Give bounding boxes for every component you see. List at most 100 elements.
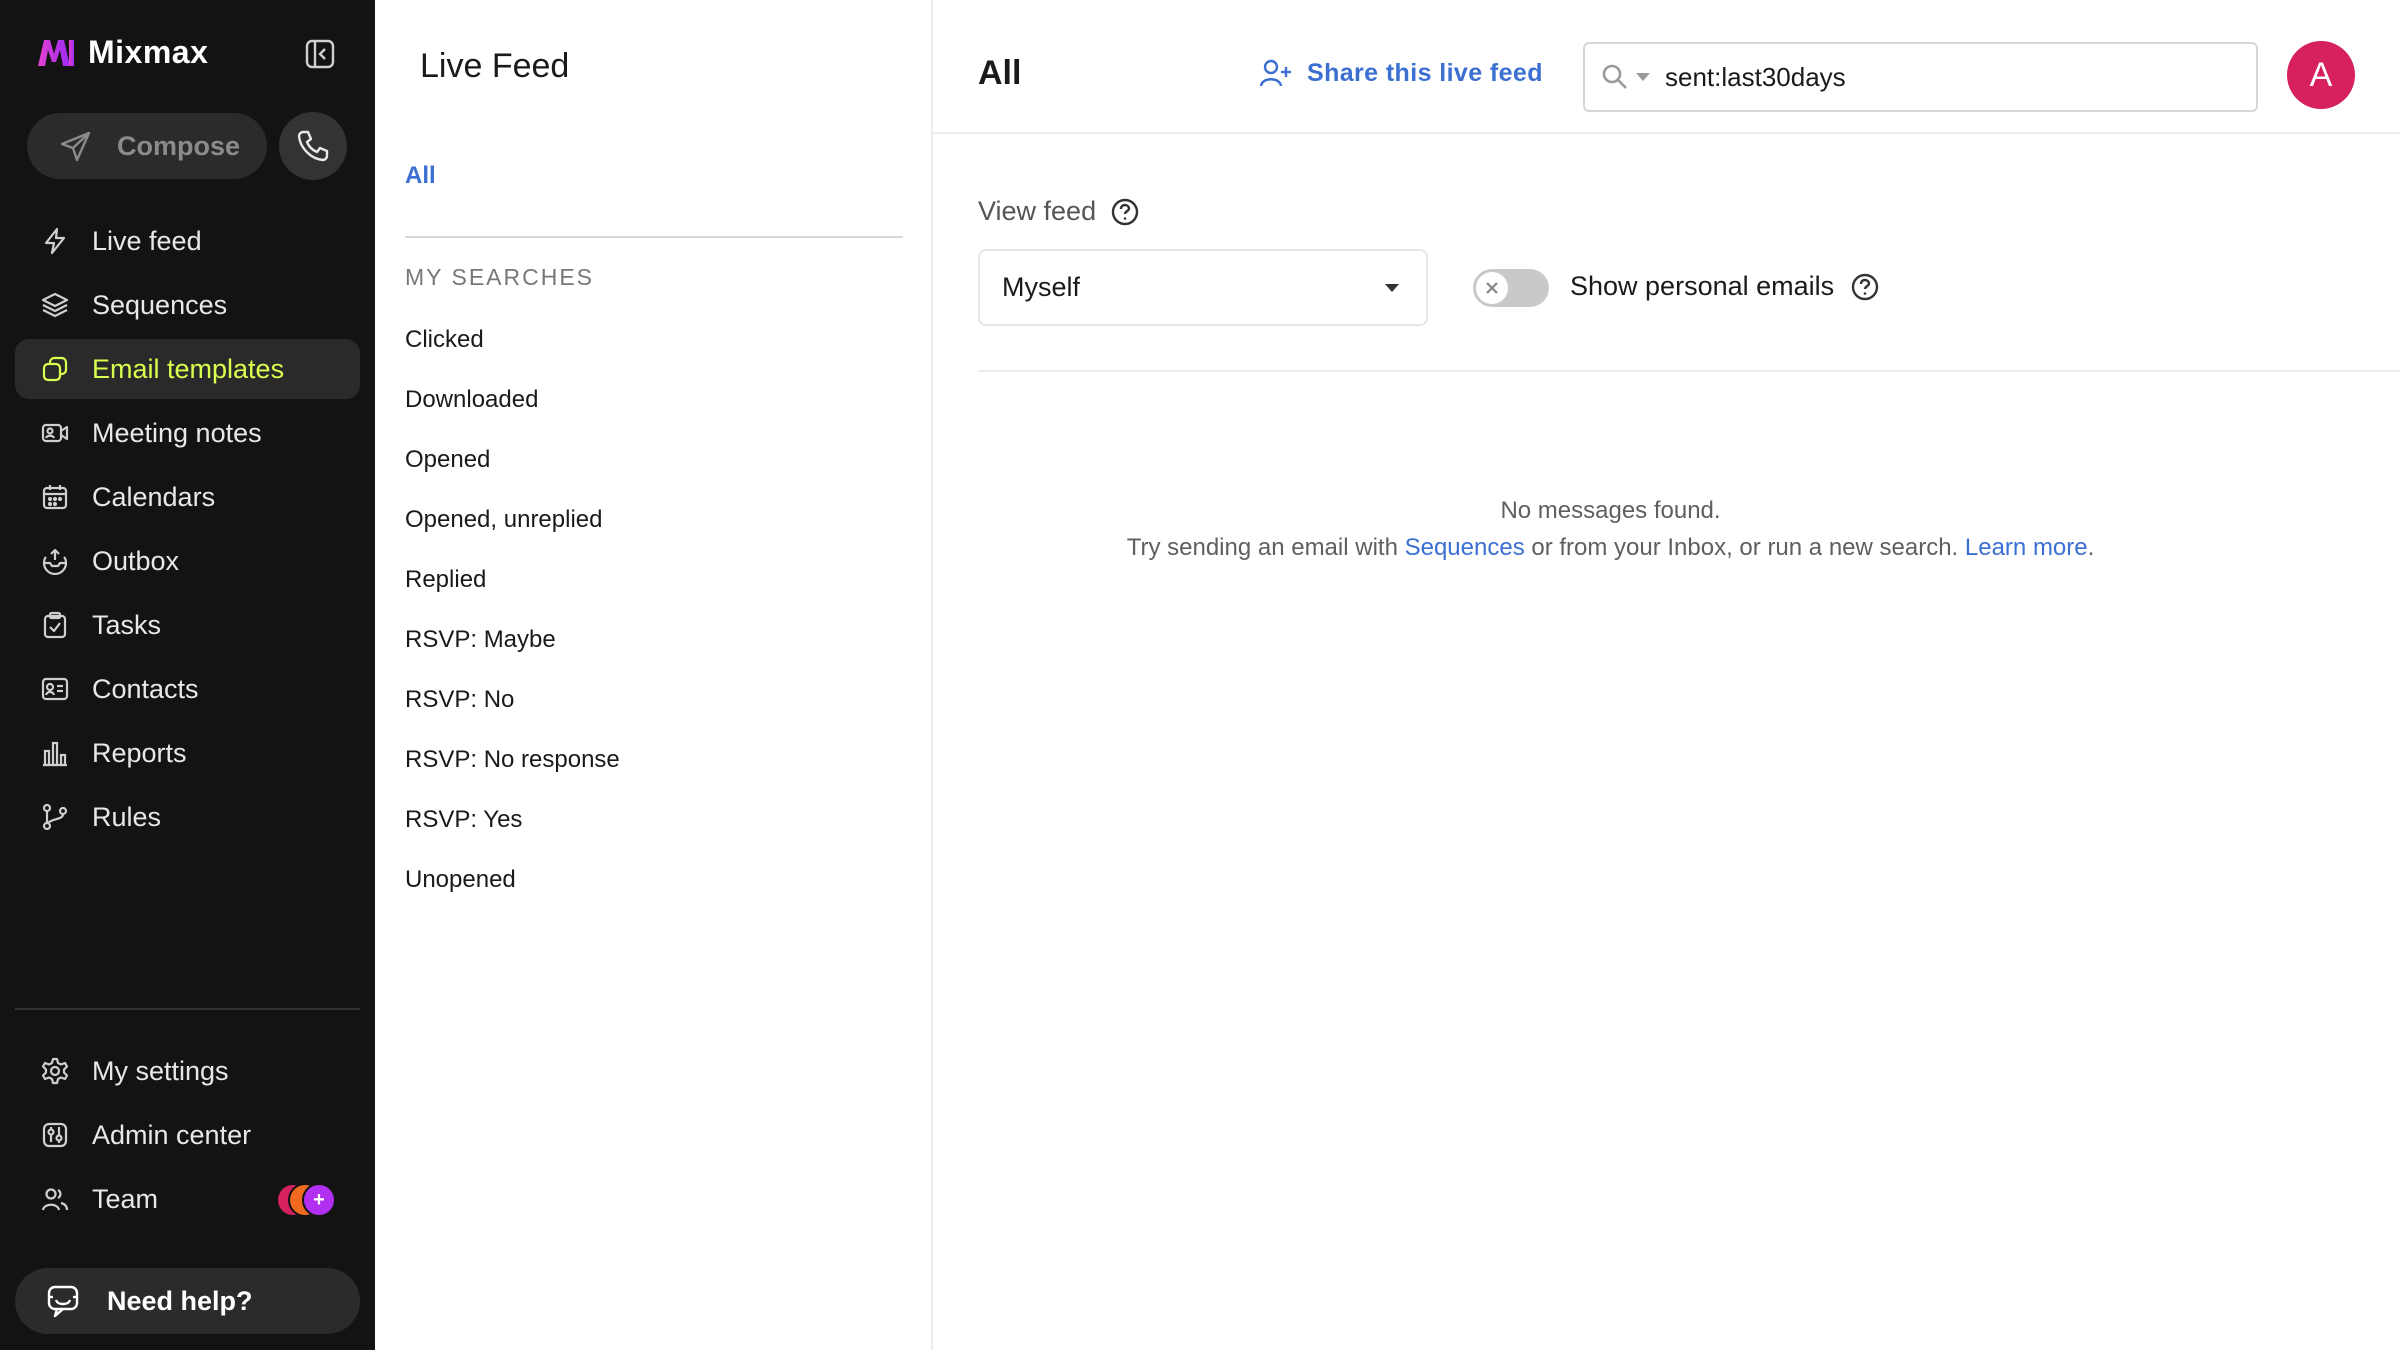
view-feed-label-row: View feed <box>978 196 1140 227</box>
empty-text: . <box>2087 534 2095 561</box>
show-personal-emails-toggle[interactable] <box>1473 269 1549 307</box>
search-icon <box>1602 64 1627 89</box>
outbox-icon <box>40 546 70 576</box>
saved-search-item[interactable]: Clicked <box>405 322 620 382</box>
admin-icon <box>40 1120 70 1150</box>
add-user-icon <box>1259 59 1291 87</box>
nav-item-label: Live feed <box>92 225 202 256</box>
tasks-icon <box>40 610 70 640</box>
compose-button[interactable]: Compose <box>27 113 267 179</box>
nav-item-live-feed[interactable]: Live feed <box>15 211 360 271</box>
show-personal-emails-row: Show personal emails <box>1570 271 1880 302</box>
saved-search-item[interactable]: Opened <box>405 442 620 502</box>
feed-filter-all[interactable]: All <box>405 162 436 190</box>
saved-search-item[interactable]: Unopened <box>405 862 620 922</box>
share-live-feed-button[interactable]: Share this live feed <box>1259 58 1543 88</box>
team-avatars[interactable]: + <box>276 1183 340 1217</box>
rules-icon <box>40 802 70 832</box>
chevron-down-icon <box>1636 73 1650 81</box>
meeting-notes-icon <box>40 418 70 448</box>
nav-item-email-templates[interactable]: Email templates <box>15 339 360 399</box>
toggle-knob <box>1476 272 1508 304</box>
compose-label: Compose <box>117 130 241 161</box>
phone-icon <box>297 130 329 162</box>
nav-item-label: Email templates <box>92 353 285 384</box>
caret-down-icon <box>1385 283 1399 292</box>
help-chat-icon <box>47 1285 79 1318</box>
user-avatar[interactable]: A <box>2287 41 2355 109</box>
nav-item-label: Team <box>92 1183 159 1214</box>
brand[interactable]: Mixmax <box>36 34 208 71</box>
content-divider <box>978 370 2400 372</box>
view-feed-value: Myself <box>1002 272 1081 302</box>
gear-icon <box>40 1056 70 1086</box>
nav-item-contacts[interactable]: Contacts <box>15 659 360 719</box>
panel-divider <box>405 236 903 238</box>
learn-more-link[interactable]: Learn more <box>1965 534 2088 561</box>
sidebar-collapse-icon <box>305 39 335 69</box>
my-searches-heading: MY SEARCHES <box>405 264 595 290</box>
show-personal-emails-label: Show personal emails <box>1570 271 1835 301</box>
mixmax-logo-icon <box>38 39 74 66</box>
nav-item-label: My settings <box>92 1055 229 1086</box>
saved-search-item[interactable]: RSVP: Yes <box>405 802 620 862</box>
add-team-member-icon: + <box>302 1183 336 1217</box>
nav-list: Live feed Sequences Email templates Meet… <box>15 211 360 851</box>
view-feed-select[interactable]: Myself <box>978 249 1428 326</box>
saved-search-item[interactable]: RSVP: Maybe <box>405 622 620 682</box>
nav-item-label: Meeting notes <box>92 417 262 448</box>
nav-item-reports[interactable]: Reports <box>15 723 360 783</box>
main-content: All Share this live feed A View feed Mys… <box>933 0 2400 1350</box>
nav-item-admin-center[interactable]: Admin center <box>15 1105 360 1165</box>
collapse-sidebar-button[interactable] <box>300 36 340 72</box>
help-circle-icon[interactable] <box>1110 197 1140 227</box>
team-icon <box>40 1184 70 1214</box>
empty-text: or from your Inbox, or run a new search. <box>1524 534 1965 561</box>
nav-item-outbox[interactable]: Outbox <box>15 531 360 591</box>
dialer-button[interactable] <box>279 112 347 180</box>
saved-search-item[interactable]: Downloaded <box>405 382 620 442</box>
bolt-icon <box>40 226 70 256</box>
nav-item-label: Tasks <box>92 609 162 640</box>
nav-item-meeting-notes[interactable]: Meeting notes <box>15 403 360 463</box>
nav-item-label: Calendars <box>92 481 216 512</box>
saved-search-item[interactable]: RSVP: No response <box>405 742 620 802</box>
saved-search-item[interactable]: Replied <box>405 562 620 622</box>
nav-item-label: Contacts <box>92 673 199 704</box>
nav-item-sequences[interactable]: Sequences <box>15 275 360 335</box>
layers-icon <box>40 290 70 320</box>
templates-icon <box>40 354 70 384</box>
empty-text: Try sending an email with <box>1126 534 1405 561</box>
main-header: All Share this live feed A <box>933 0 2400 134</box>
reports-icon <box>40 738 70 768</box>
contacts-icon <box>40 674 70 704</box>
nav-item-label: Reports <box>92 737 187 768</box>
empty-state-title: No messages found. <box>1500 497 1721 524</box>
nav-item-calendars[interactable]: Calendars <box>15 467 360 527</box>
feed-title: All <box>978 54 1022 92</box>
search-box <box>1583 42 2258 112</box>
empty-state: No messages found. Try sending an email … <box>933 492 2288 566</box>
close-icon <box>1486 282 1498 294</box>
search-input[interactable] <box>1665 61 2185 93</box>
nav-item-rules[interactable]: Rules <box>15 787 360 847</box>
help-circle-icon[interactable] <box>1850 272 1880 302</box>
nav-item-my-settings[interactable]: My settings <box>15 1041 360 1101</box>
view-feed-label: View feed <box>978 196 1097 226</box>
saved-search-item[interactable]: RSVP: No <box>405 682 620 742</box>
send-icon <box>60 131 91 162</box>
sequences-link[interactable]: Sequences <box>1405 534 1525 561</box>
saved-search-item[interactable]: Opened, unreplied <box>405 502 620 562</box>
nav-item-label: Sequences <box>92 289 228 320</box>
calendar-icon <box>40 482 70 512</box>
nav-item-tasks[interactable]: Tasks <box>15 595 360 655</box>
need-help-button[interactable]: Need help? <box>15 1268 360 1334</box>
share-live-feed-label: Share this live feed <box>1307 58 1543 87</box>
live-feed-panel: Live Feed All MY SEARCHES Clicked Downlo… <box>375 0 933 1350</box>
nav-item-label: Rules <box>92 801 162 832</box>
nav-item-label: Admin center <box>92 1119 252 1150</box>
search-options-dropdown[interactable] <box>1601 63 1651 91</box>
brand-name: Mixmax <box>88 34 209 70</box>
saved-searches-list: Clicked Downloaded Opened Opened, unrepl… <box>405 322 620 922</box>
nav-item-label: Outbox <box>92 545 180 576</box>
